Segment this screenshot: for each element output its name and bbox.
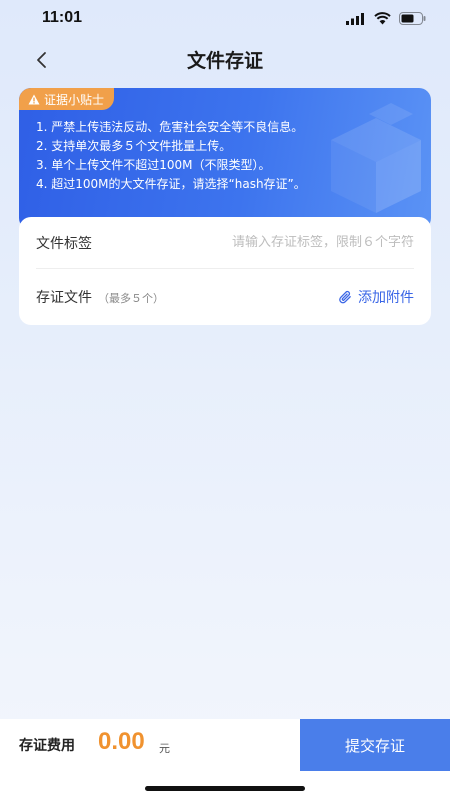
file-limit-hint: （最多５个） [98,292,164,305]
cube-decoration [331,103,421,213]
status-bar: 11:01 [0,0,450,38]
wifi-icon [374,12,391,25]
fee-label: 存证费用 [19,738,75,754]
tips-badge-label: 证据小贴士 [44,92,105,107]
paperclip-icon [339,290,351,303]
bottom-bar: 存证费用 0.00 元 提交存证 [0,719,450,771]
form-card: 文件标签 存证文件 （最多５个） 添加附件 [19,217,431,325]
warning-icon [28,94,40,104]
tips-list: 1. 严禁上传违法反动、危害社会安全等不良信息。 2. 支持单次最多５个文件批量… [36,118,306,194]
fee-amount: 0.00 [98,728,145,755]
status-time: 11:01 [42,9,83,26]
tip-item: 1. 严禁上传违法反动、危害社会安全等不良信息。 [36,120,304,134]
tip-item: 3. 单个上传文件不超过100M（不限类型）。 [36,158,271,172]
add-attachment-label: 添加附件 [358,290,414,306]
signal-icon [346,12,364,25]
tip-item: 2. 支持单次最多５个文件批量上传。 [36,139,232,153]
status-icons [346,12,426,25]
nav-bar: 文件存证 [0,38,450,82]
battery-icon [399,12,426,25]
tag-label: 文件标签 [36,235,92,252]
submit-button[interactable]: 提交存证 [300,719,450,771]
home-indicator-area [0,771,450,800]
file-label-group: 存证文件 （最多５个） [36,287,164,307]
file-row: 存证文件 （最多５个） 添加附件 [36,271,414,323]
add-attachment-button[interactable]: 添加附件 [338,287,414,307]
tips-badge: 证据小贴士 [19,88,115,110]
fee-unit: 元 [159,742,170,755]
home-indicator[interactable] [145,786,305,791]
tips-card: 证据小贴士 1. 严禁上传违法反动、危害社会安全等不良信息。 2. 支持单次最多… [19,88,431,230]
tag-input[interactable] [164,235,414,250]
page-title: 文件存证 [186,50,263,72]
file-label: 存证文件 [36,290,92,306]
tag-row: 文件标签 [36,217,414,269]
tip-item: 4. 超过100M的大文件存证，请选择“hash存证”。 [36,177,306,191]
